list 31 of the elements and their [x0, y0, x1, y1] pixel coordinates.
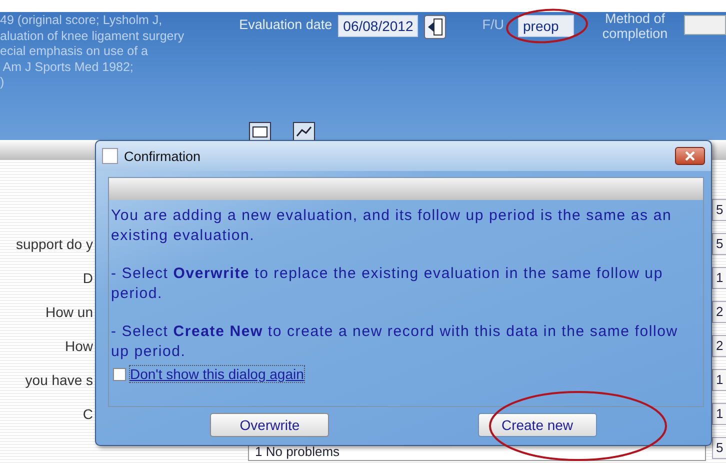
message-text: You are adding a new evaluation, and its follow up period is the same as an existing evaluation. [111, 206, 673, 246]
question-label: support do y [14, 236, 93, 252]
citation-text: 49 (original score; Lysholm J, [0, 13, 164, 28]
follow-up-field[interactable]: preop [518, 15, 574, 37]
score-field: 2 [712, 301, 726, 323]
checkbox-label[interactable]: Don't show this dialog again [130, 366, 304, 382]
score-field: 5 [712, 199, 726, 221]
evaluation-date-label: Evaluation date [239, 17, 332, 33]
follow-up-label: F/U [482, 17, 504, 33]
score-field: 2 [712, 335, 726, 357]
evaluation-date-field[interactable]: 06/08/2012 [338, 15, 418, 37]
message-text: - Select Overwrite to replace the existing evaluation in the same follow up period. [111, 264, 664, 304]
message-text: - Select Create New to create a new record with this data in the same follow up period. [111, 322, 679, 362]
citation-text: ecial emphasis on use of a [0, 44, 150, 60]
overwrite-button[interactable]: Overwrite [210, 413, 330, 437]
question-label: you have s [24, 372, 93, 388]
citation-text: Am J Sports Med 1982; [2, 60, 134, 75]
citation-text: ) [0, 75, 6, 90]
question-label: How un [44, 304, 93, 320]
score-field: 1 [712, 267, 726, 289]
question-label: D [82, 270, 93, 286]
score-field: 5 [712, 437, 726, 459]
citation-text: aluation of knee ligament surgery [0, 28, 186, 44]
score-field: 1 [712, 369, 726, 391]
question-label: How [64, 338, 93, 354]
dialog-title: Confirmation [124, 148, 202, 164]
method-of-completion-label: Method of completion [601, 11, 669, 41]
question-label: C [82, 406, 93, 422]
score-field: 1 [712, 403, 726, 425]
create-new-button[interactable]: Create new [478, 413, 597, 437]
score-field: 5 [712, 233, 726, 255]
